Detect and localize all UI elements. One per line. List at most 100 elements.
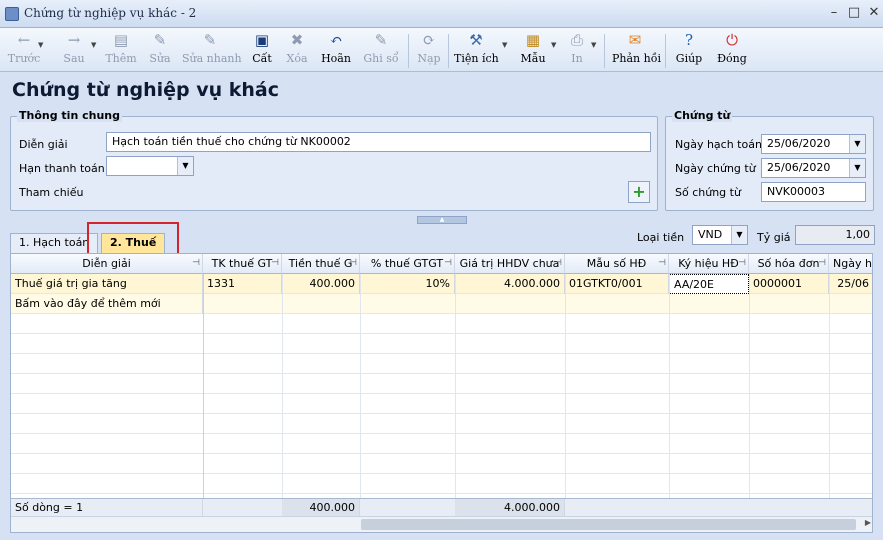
toolbar-help-button[interactable]: ? Giúp bbox=[674, 31, 704, 65]
currency-select[interactable]: VND ▼ bbox=[692, 225, 748, 245]
toolbar-next-button[interactable]: → Sau bbox=[58, 31, 90, 65]
chevron-down-icon[interactable]: ▼ bbox=[91, 41, 96, 49]
column-divider bbox=[360, 274, 361, 498]
chevron-down-icon[interactable]: ▼ bbox=[551, 41, 556, 49]
pin-icon[interactable]: ⊣ bbox=[658, 254, 666, 273]
toolbar-delete-button[interactable]: ✖ Xóa bbox=[282, 31, 312, 65]
empty-row bbox=[11, 414, 872, 434]
table-cell[interactable]: 1331 bbox=[203, 274, 282, 294]
pin-icon[interactable]: ⊣ bbox=[444, 254, 452, 273]
column-header[interactable]: Tiền thuế G ⊣ bbox=[282, 254, 360, 274]
column-header[interactable]: Mẫu số HĐ ⊣ bbox=[565, 254, 669, 274]
general-info-group: Thông tin chung Diễn giải Hạch toán tiền… bbox=[10, 109, 658, 211]
table-cell[interactable]: 25/06 bbox=[829, 274, 872, 294]
column-header[interactable]: TK thuế GT ⊣ bbox=[203, 254, 282, 274]
exchange-rate-input[interactable]: 1,00 bbox=[795, 225, 875, 245]
page-title: Chứng từ nghiệp vụ khác bbox=[12, 79, 280, 101]
new-row-hint[interactable]: Bấm vào đây để thêm mới bbox=[11, 294, 203, 314]
currency-label: Loại tiền bbox=[637, 231, 685, 244]
empty-row bbox=[11, 434, 872, 454]
toolbar-save-button[interactable]: ▣ Cất bbox=[248, 31, 276, 65]
column-header[interactable]: Số hóa đơn ⊣ bbox=[749, 254, 829, 274]
column-divider bbox=[829, 274, 830, 498]
column-header[interactable]: Diễn giải ⊣ bbox=[11, 254, 203, 274]
toolbar-print-button[interactable]: ⎙ In bbox=[566, 31, 588, 65]
toolbar-post-button[interactable]: ✎ Ghi sổ bbox=[362, 31, 400, 65]
help-icon: ? bbox=[684, 31, 694, 49]
add-document-icon: ▤ bbox=[113, 31, 129, 49]
description-input[interactable]: Hạch toán tiền thuế cho chứng từ NK00002 bbox=[106, 132, 651, 152]
toolbar-load-button[interactable]: ⟳ Nạp bbox=[415, 31, 443, 65]
tax-total: 400.000 bbox=[282, 499, 360, 517]
chevron-down-icon[interactable]: ▼ bbox=[38, 41, 43, 49]
pin-icon[interactable]: ⊣ bbox=[349, 254, 357, 273]
tax-grid: Diễn giải ⊣ TK thuế GT ⊣ Tiền thuế G ⊣ % th… bbox=[10, 253, 873, 533]
pin-icon[interactable]: ⊣ bbox=[192, 254, 200, 273]
chevron-down-icon[interactable]: ▼ bbox=[177, 157, 193, 175]
close-window-button[interactable]: ✕ bbox=[864, 4, 883, 22]
toolbar-prev-button[interactable]: ← Trước bbox=[6, 31, 42, 65]
chevron-down-icon[interactable]: ▼ bbox=[502, 41, 507, 49]
pin-icon[interactable]: ⊣ bbox=[738, 254, 746, 273]
plus-icon: + bbox=[632, 182, 646, 201]
chevron-down-icon[interactable]: ▼ bbox=[849, 159, 865, 177]
table-cell[interactable]: 400.000 bbox=[282, 274, 360, 294]
pin-icon[interactable]: ⊣ bbox=[271, 254, 279, 273]
table-cell[interactable]: Thuế giá trị gia tăng bbox=[11, 274, 203, 294]
chevron-down-icon[interactable]: ▼ bbox=[849, 135, 865, 153]
tab-accounting[interactable]: 1. Hạch toán bbox=[10, 233, 99, 253]
toolbar-close-button[interactable]: ⏻ Đóng bbox=[714, 31, 750, 65]
maximize-button[interactable]: □ bbox=[844, 4, 864, 22]
scrollbar-thumb[interactable] bbox=[361, 519, 856, 530]
arrow-left-icon: ← bbox=[17, 31, 31, 49]
pin-icon[interactable]: ⊣ bbox=[818, 254, 826, 273]
row-count: Số dòng = 1 bbox=[11, 499, 203, 517]
column-divider bbox=[669, 274, 670, 498]
toolbar-quick-edit-button[interactable]: ✎ Sửa nhanh bbox=[182, 31, 242, 65]
table-cell[interactable]: 10% bbox=[360, 274, 455, 294]
horizontal-scrollbar[interactable]: ▶ bbox=[11, 516, 872, 532]
reference-label: Tham chiếu bbox=[19, 186, 84, 199]
scroll-right-icon[interactable]: ▶ bbox=[865, 518, 871, 527]
table-cell[interactable]: 0000001 bbox=[749, 274, 829, 294]
column-header[interactable]: Ký hiệu HĐ ⊣ bbox=[669, 254, 749, 274]
minimize-button[interactable]: – bbox=[824, 4, 844, 22]
toolbar-feedback-button[interactable]: ✉ Phản hồi bbox=[612, 31, 661, 65]
new-row[interactable]: Bấm vào đây để thêm mới bbox=[11, 294, 872, 314]
table-cell[interactable]: 4.000.000 bbox=[455, 274, 565, 294]
empty-row bbox=[11, 394, 872, 414]
chevron-down-icon[interactable]: ▼ bbox=[591, 41, 596, 49]
general-info-title: Thông tin chung bbox=[17, 109, 123, 122]
toolbar-cancel-button[interactable]: ↶ Hoãn bbox=[320, 31, 352, 65]
grid-footer: Số dòng = 1 400.000 4.000.000 bbox=[11, 498, 872, 517]
collapse-panel-button[interactable]: ▲ bbox=[417, 216, 467, 224]
voucher-number-input[interactable]: NVK00003 bbox=[761, 182, 866, 202]
table-cell[interactable]: 01GTKT0/001 bbox=[565, 274, 669, 294]
voucher-date-input[interactable]: 25/06/2020 ▼ bbox=[761, 158, 866, 178]
title-bar: Chứng từ nghiệp vụ khác - 2 – □ ✕ bbox=[0, 0, 883, 28]
table-cell[interactable]: AA/20E bbox=[669, 274, 749, 294]
empty-row bbox=[11, 474, 872, 494]
toolbar-utilities-button[interactable]: ⚒ Tiện ích bbox=[454, 31, 499, 65]
edit-icon: ✎ bbox=[153, 31, 167, 49]
column-header[interactable]: % thuế GTGT ⊣ bbox=[360, 254, 455, 274]
toolbar-add-button[interactable]: ▤ Thêm bbox=[104, 31, 138, 65]
posting-date-input[interactable]: 25/06/2020 ▼ bbox=[761, 134, 866, 154]
table-row[interactable]: Thuế giá trị gia tăng 1331 400.000 10% 4… bbox=[11, 274, 872, 294]
toolbar-separator bbox=[665, 34, 666, 68]
undo-icon: ↶ bbox=[329, 31, 343, 49]
empty-row bbox=[11, 454, 872, 474]
due-date-input[interactable]: ▼ bbox=[106, 156, 194, 176]
pin-icon[interactable]: ⊣ bbox=[554, 254, 562, 273]
toolbar-template-button[interactable]: ▦ Mẫu bbox=[518, 31, 548, 65]
empty-row bbox=[11, 334, 872, 354]
toolbar-edit-button[interactable]: ✎ Sửa bbox=[144, 31, 176, 65]
column-header[interactable]: Giá trị HHDV chưa ⊣ bbox=[455, 254, 565, 274]
tools-icon: ⚒ bbox=[469, 31, 483, 49]
add-reference-button[interactable]: + bbox=[628, 181, 650, 203]
column-header[interactable]: Ngày hó bbox=[829, 254, 872, 274]
voucher-number-label: Số chứng từ bbox=[675, 186, 741, 199]
chevron-down-icon[interactable]: ▼ bbox=[731, 226, 747, 244]
toolbar-separator bbox=[408, 34, 409, 68]
toolbar: ← Trước ▼ → Sau ▼ ▤ Thêm ✎ Sửa ✎ Sửa nhanh ▣ C… bbox=[0, 28, 883, 72]
